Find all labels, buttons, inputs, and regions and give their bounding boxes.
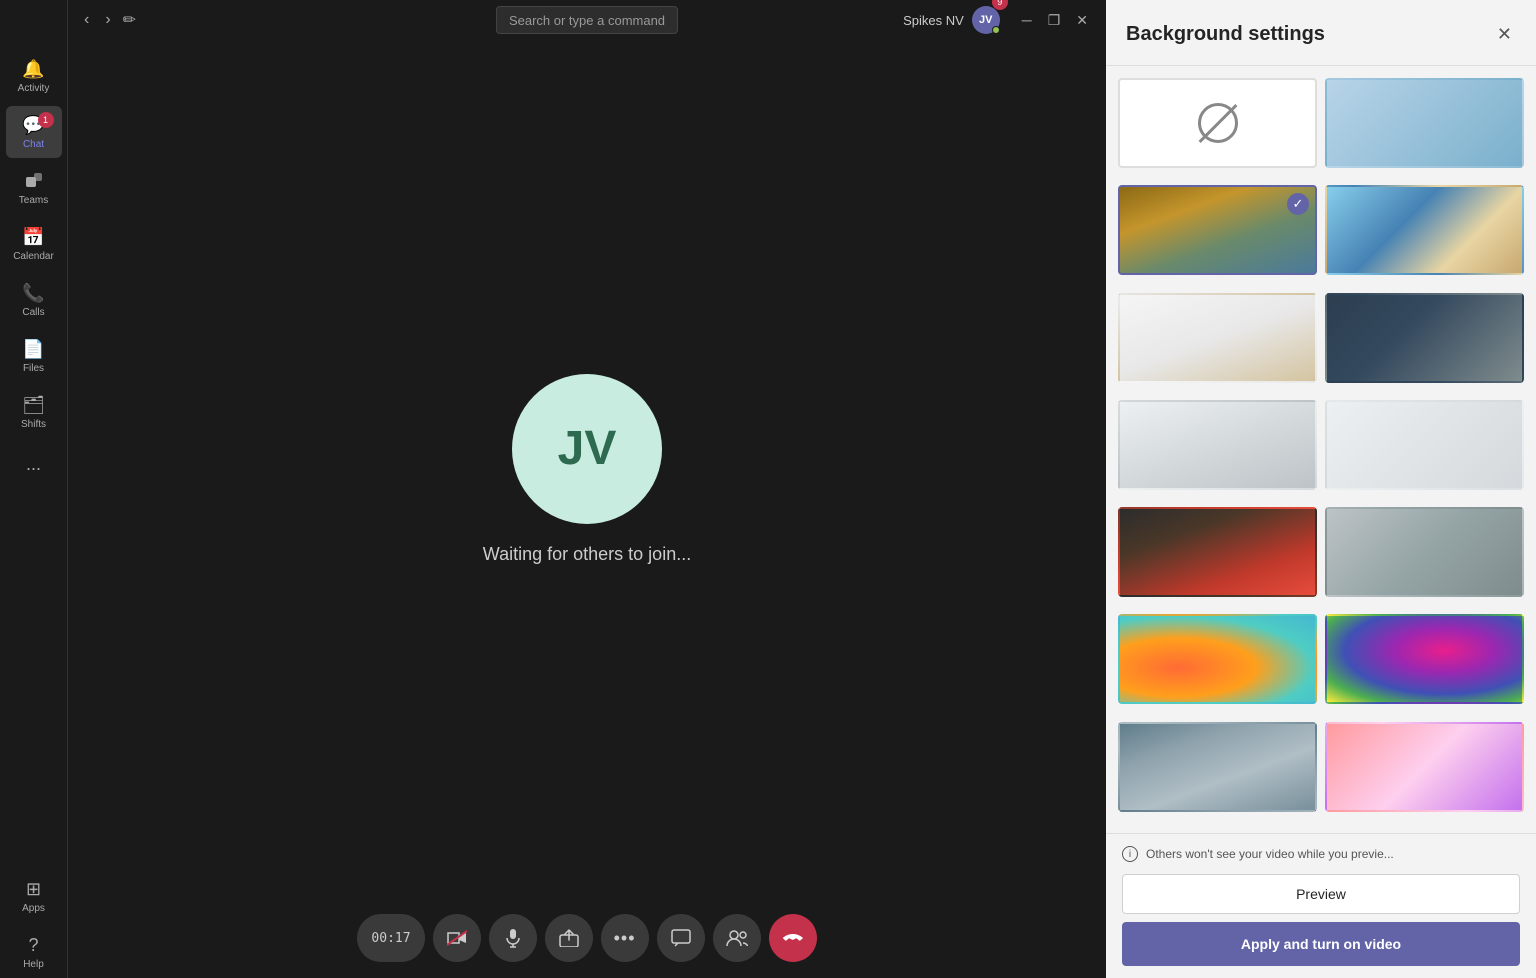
bg-item-1[interactable]: [1325, 78, 1524, 168]
bg-item-11[interactable]: [1325, 614, 1524, 704]
bg-item-12[interactable]: [1118, 722, 1317, 812]
bg-item-3[interactable]: [1325, 185, 1524, 275]
waiting-message: Waiting for others to join...: [483, 544, 691, 565]
calendar-icon: 📅: [23, 226, 45, 248]
minimize-button[interactable]: ─: [1016, 10, 1038, 31]
selected-checkmark: ✓: [1287, 193, 1309, 215]
window-controls: ─ ❐ ✕: [1016, 10, 1094, 31]
nav-controls: ‹ › ✏: [80, 7, 136, 33]
sidebar-item-shifts-label: Shifts: [21, 419, 46, 430]
bg-panel-header: Background settings ✕: [1106, 0, 1536, 66]
sidebar-item-shifts[interactable]: 🗂 Shifts: [6, 386, 62, 438]
activity-icon: 🔔: [23, 58, 45, 80]
info-icon: i: [1122, 846, 1138, 862]
apply-button[interactable]: Apply and turn on video: [1122, 922, 1520, 966]
more-options-button[interactable]: ...: [18, 446, 49, 483]
user-name: Spikes NV: [903, 13, 964, 28]
bg-panel-footer: i Others won't see your video while you …: [1106, 833, 1536, 978]
bg-item-13[interactable]: [1325, 722, 1524, 812]
sidebar-item-files[interactable]: 📄 Files: [6, 330, 62, 382]
mic-button[interactable]: [489, 914, 537, 962]
teams-icon: [23, 170, 45, 192]
bg-item-9[interactable]: [1325, 507, 1524, 597]
sidebar-item-teams-label: Teams: [19, 195, 48, 206]
user-avatar-circle: JV: [512, 374, 662, 524]
sidebar-item-help[interactable]: ? Help: [6, 926, 62, 978]
camera-button[interactable]: [433, 914, 481, 962]
bg-item-7[interactable]: [1325, 400, 1524, 490]
bg-panel-title: Background settings: [1126, 23, 1325, 46]
sidebar-item-calendar-label: Calendar: [13, 251, 54, 262]
share-button[interactable]: [545, 914, 593, 962]
none-icon: [1198, 103, 1238, 143]
bg-item-5[interactable]: [1325, 293, 1524, 383]
bg-item-8[interactable]: [1118, 507, 1317, 597]
title-bar-right: Spikes NV JV 9 ─ ❐ ✕: [903, 6, 1094, 34]
online-status-dot: [992, 26, 1000, 34]
main-content: ‹ › ✏ Search or type a command Spikes NV…: [68, 0, 1106, 978]
shifts-icon: 🗂: [23, 394, 45, 416]
compose-button[interactable]: ✏: [123, 10, 136, 30]
avatar[interactable]: JV: [972, 6, 1000, 34]
bg-item-10[interactable]: [1118, 614, 1317, 704]
close-button[interactable]: ✕: [1070, 10, 1094, 31]
bg-item-4[interactable]: [1118, 293, 1317, 383]
close-panel-button[interactable]: ✕: [1493, 20, 1516, 49]
forward-button[interactable]: ›: [101, 7, 114, 33]
sidebar-item-chat[interactable]: 💬 1 Chat: [6, 106, 62, 158]
video-area: JV Waiting for others to join...: [68, 40, 1106, 898]
sidebar-item-files-label: Files: [23, 363, 44, 374]
end-call-button[interactable]: [769, 914, 817, 962]
bg-none[interactable]: [1118, 78, 1317, 168]
title-bar: ‹ › ✏ Search or type a command Spikes NV…: [68, 0, 1106, 40]
sidebar-item-calls-label: Calls: [22, 307, 44, 318]
bg-item-6[interactable]: [1118, 400, 1317, 490]
sidebar-item-apps[interactable]: ⊞ Apps: [6, 870, 62, 922]
background-grid: ✓: [1106, 66, 1536, 833]
avatar-initials: JV: [558, 421, 617, 476]
sidebar-item-activity[interactable]: 🔔 Activity: [6, 50, 62, 102]
background-settings-panel: Background settings ✕ ✓: [1106, 0, 1536, 978]
apps-icon: ⊞: [23, 878, 45, 900]
sidebar: 🔔 Activity 💬 1 Chat Teams 📅 Calendar 📞 C…: [0, 0, 68, 978]
search-bar[interactable]: Search or type a command: [496, 6, 678, 34]
info-row: i Others won't see your video while you …: [1122, 846, 1520, 862]
controls-bar: 00:17 •••: [68, 898, 1106, 978]
sidebar-item-help-label: Help: [23, 959, 44, 970]
bg-item-2[interactable]: ✓: [1118, 185, 1317, 275]
preview-button[interactable]: Preview: [1122, 874, 1520, 914]
back-button[interactable]: ‹: [80, 7, 93, 33]
sidebar-item-apps-label: Apps: [22, 903, 45, 914]
more-options-ctrl-button[interactable]: •••: [601, 914, 649, 962]
sidebar-item-calendar[interactable]: 📅 Calendar: [6, 218, 62, 270]
sidebar-item-teams[interactable]: Teams: [6, 162, 62, 214]
help-icon: ?: [23, 934, 45, 956]
chat-button[interactable]: [657, 914, 705, 962]
call-timer: 00:17: [357, 914, 424, 962]
files-icon: 📄: [23, 338, 45, 360]
participants-button[interactable]: [713, 914, 761, 962]
restore-button[interactable]: ❐: [1042, 10, 1067, 31]
calls-icon: 📞: [23, 282, 45, 304]
sidebar-item-activity-label: Activity: [18, 83, 50, 94]
sidebar-item-chat-label: Chat: [23, 139, 44, 150]
info-text: Others won't see your video while you pr…: [1146, 847, 1394, 861]
search-placeholder: Search or type a command: [509, 13, 665, 28]
chat-badge: 1: [38, 112, 54, 128]
sidebar-item-calls[interactable]: 📞 Calls: [6, 274, 62, 326]
